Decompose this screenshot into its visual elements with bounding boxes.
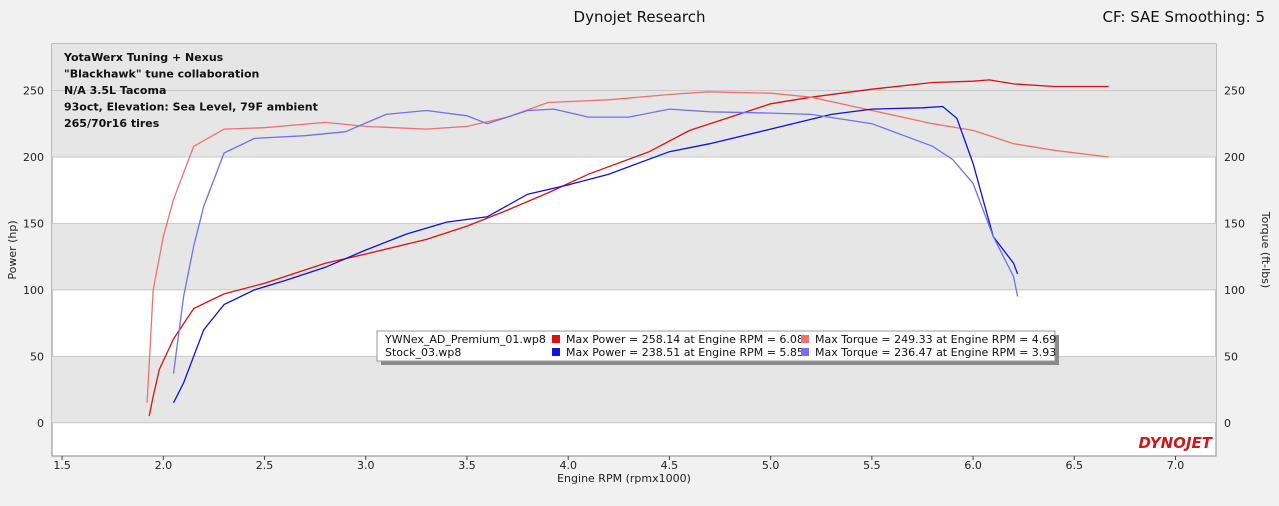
legend-swatch-power <box>552 335 560 343</box>
dyno-chart: 0 0 50 50 100 100 150 150 200 200 250 250 1.5 2.0 2.5 3… <box>6 43 1272 485</box>
legend-torque-text: Max Torque = 249.33 at Engine RPM = 4.69 <box>815 333 1056 346</box>
dynojet-logo: DYNOJET <box>1138 434 1213 452</box>
x-tick-label: 1.5 <box>53 459 71 472</box>
x-tick-label: 5.5 <box>863 459 881 472</box>
annotation-line: 265/70r16 tires <box>64 117 160 130</box>
x-tick-label: 4.5 <box>661 459 679 472</box>
x-tick-label: 2.0 <box>155 459 173 472</box>
x-tick-label: 6.0 <box>964 459 982 472</box>
annotation-line: N/A 3.5L Tacoma <box>64 84 166 97</box>
x-tick-label: 4.0 <box>559 459 577 472</box>
x-tick-label: 6.5 <box>1066 459 1084 472</box>
y-axis-label-right: Torque (ft-lbs) <box>1259 211 1272 288</box>
legend-swatch-power <box>552 348 560 356</box>
x-tick-label: 3.5 <box>458 459 476 472</box>
y-tick-label-left: 250 <box>23 85 44 98</box>
y-tick-label-right: 0 <box>1224 417 1231 430</box>
grid-band <box>52 356 1216 423</box>
y-tick-label-right: 250 <box>1224 85 1245 98</box>
y-tick-label-left: 50 <box>30 350 44 363</box>
legend-swatch-torque <box>801 348 809 356</box>
annotation-line: 93oct, Elevation: Sea Level, 79F ambient <box>64 101 318 114</box>
legend-power-text: Max Power = 258.14 at Engine RPM = 6.08 <box>566 333 804 346</box>
y-tick-label-right: 150 <box>1224 217 1245 230</box>
legend-swatch-torque <box>801 335 809 343</box>
y-tick-label-left: 0 <box>37 417 44 430</box>
y-tick-label-left: 100 <box>23 284 44 297</box>
x-axis-label: Engine RPM (rpmx1000) <box>557 472 691 485</box>
y-tick-label-right: 200 <box>1224 151 1245 164</box>
legend-run-name: Stock_03.wp8 <box>385 346 461 359</box>
y-tick-label-right: 50 <box>1224 350 1238 363</box>
annotation-line: "Blackhawk" tune collaboration <box>64 68 259 81</box>
x-tick-label: 7.0 <box>1167 459 1185 472</box>
grid-band <box>52 223 1216 290</box>
x-tick-label: 3.0 <box>357 459 375 472</box>
legend-power-text: Max Power = 238.51 at Engine RPM = 5.85 <box>566 346 804 359</box>
y-tick-label-left: 200 <box>23 151 44 164</box>
annotation-line: YotaWerx Tuning + Nexus <box>63 51 224 64</box>
legend-run-name: YWNex_AD_Premium_01.wp8 <box>384 333 546 346</box>
y-tick-label-right: 100 <box>1224 284 1245 297</box>
x-tick-label: 2.5 <box>256 459 274 472</box>
y-axis-label-left: Power (hp) <box>6 220 19 279</box>
x-tick-label: 5.0 <box>762 459 780 472</box>
y-tick-label-left: 150 <box>23 217 44 230</box>
legend-torque-text: Max Torque = 236.47 at Engine RPM = 3.93 <box>815 346 1056 359</box>
